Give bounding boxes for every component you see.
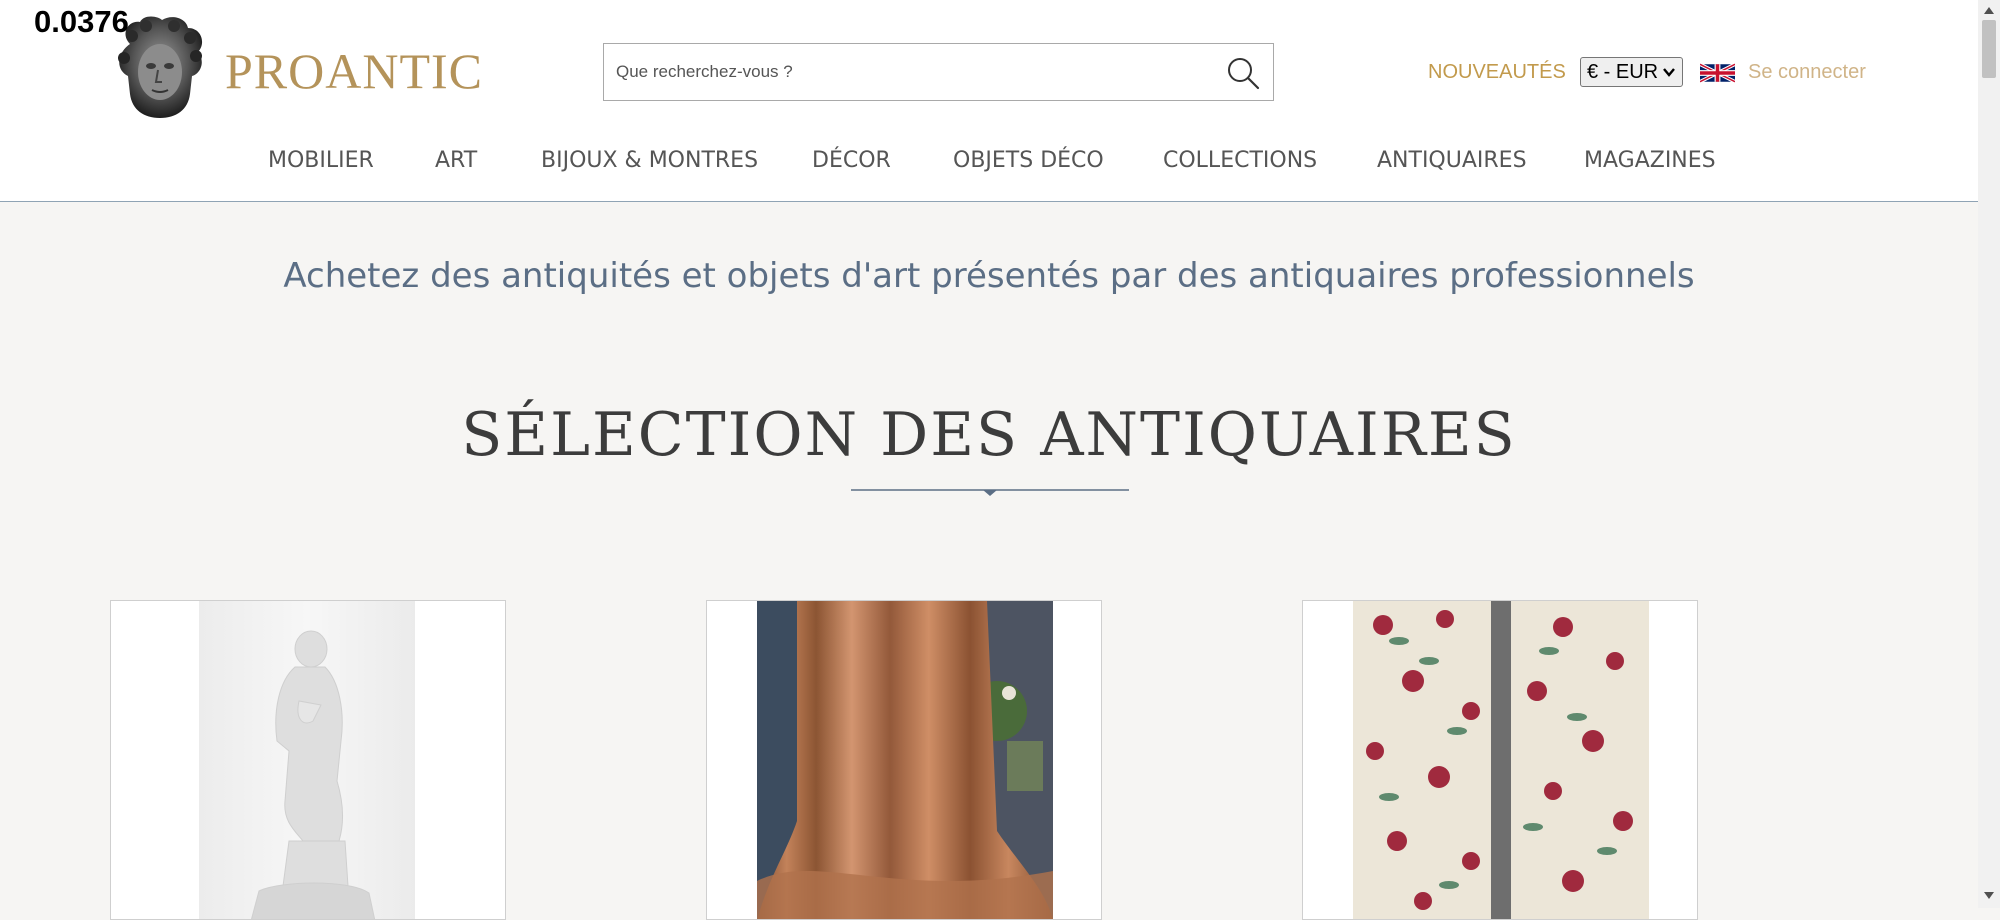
nav-item-collections[interactable]: COLLECTIONS: [1163, 148, 1317, 173]
overlay-value: 0.0376: [34, 4, 129, 39]
chevron-down-icon: [1663, 68, 1675, 77]
main-nav: MOBILIER ART BIJOUX & MONTRES DÉCOR OBJE…: [0, 148, 1978, 178]
nav-item-mobilier[interactable]: MOBILIER: [268, 148, 374, 173]
currency-select[interactable]: € - EUR: [1580, 57, 1683, 87]
search-box: [603, 43, 1274, 101]
site-logo[interactable]: PROANTIC: [225, 42, 483, 100]
nav-item-decor[interactable]: DÉCOR: [812, 148, 891, 173]
scroll-thumb[interactable]: [1982, 20, 1996, 78]
login-link[interactable]: Se connecter: [1748, 61, 1866, 84]
search-input[interactable]: [616, 44, 1176, 100]
nav-item-art[interactable]: ART: [435, 148, 477, 173]
product-card[interactable]: [110, 600, 506, 920]
title-divider: [851, 489, 1129, 496]
currency-value: € - EUR: [1587, 60, 1659, 83]
magnifier-icon[interactable]: [1225, 55, 1261, 91]
scroll-down-icon[interactable]: [1984, 892, 1994, 900]
nav-item-magazines[interactable]: MAGAZINES: [1584, 148, 1716, 173]
product-image-statue[interactable]: [199, 601, 415, 920]
product-image-curtains-floral[interactable]: [1353, 601, 1649, 920]
page-tagline: Achetez des antiquités et objets d'art p…: [283, 256, 1695, 296]
section-title: SÉLECTION DES ANTIQUAIRES: [461, 400, 1517, 470]
product-card[interactable]: [706, 600, 1102, 920]
vertical-scrollbar[interactable]: [1978, 0, 2000, 908]
nav-item-bijoux-montres[interactable]: BIJOUX & MONTRES: [541, 148, 758, 173]
nav-item-objets-deco[interactable]: OBJETS DÉCO: [953, 148, 1104, 173]
uk-flag-icon[interactable]: [1700, 61, 1735, 85]
scroll-up-icon[interactable]: [1984, 6, 1994, 14]
nav-item-antiquaires[interactable]: ANTIQUAIRES: [1377, 148, 1527, 173]
product-image-curtains-copper[interactable]: [757, 601, 1053, 920]
nouveautes-link[interactable]: NOUVEAUTÉS: [1428, 61, 1566, 84]
product-card[interactable]: [1302, 600, 1698, 920]
site-header: PROANTIC NOUVEAUTÉS € - EUR Se connecter…: [0, 0, 1978, 202]
